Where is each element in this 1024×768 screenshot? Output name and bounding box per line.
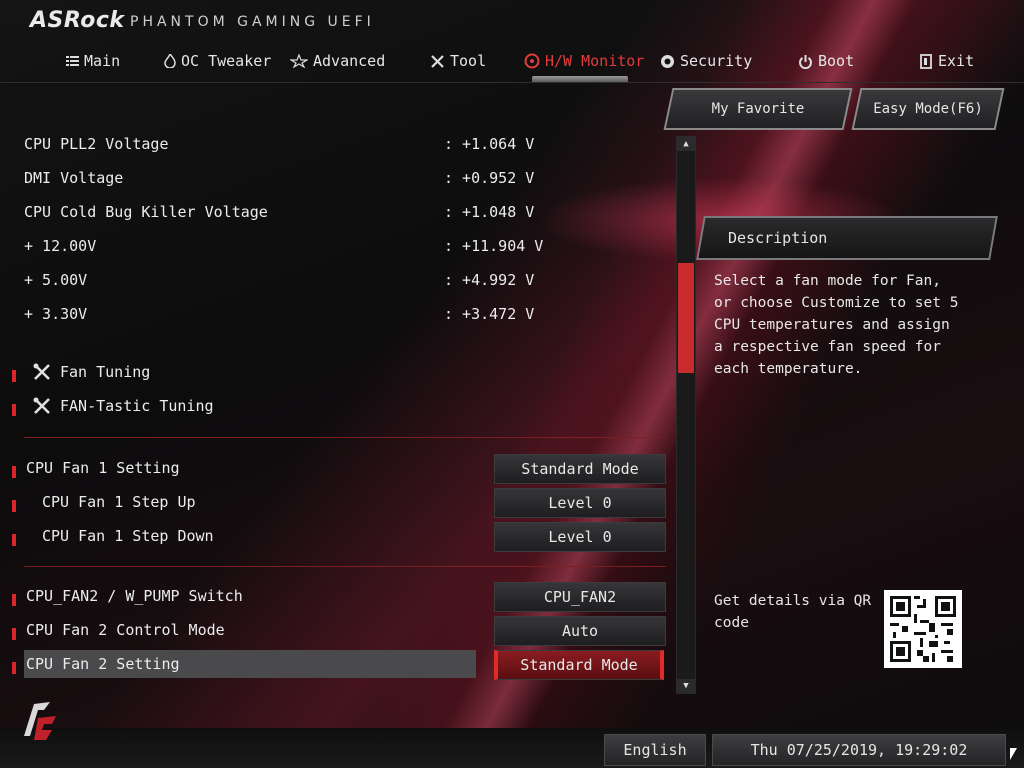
tab-main[interactable]: Main xyxy=(66,52,120,70)
reading-value: : +1.064 V xyxy=(444,135,535,153)
cpu-fan1-step-up-select[interactable]: Level 0 xyxy=(494,488,666,518)
datetime-display: Thu 07/25/2019, 19:29:02 xyxy=(712,734,1006,766)
reading-value: : +0.952 V xyxy=(444,169,535,187)
cpu-fan2-control-mode-select[interactable]: Auto xyxy=(494,616,666,646)
language-button[interactable]: English xyxy=(604,734,706,766)
setting-label: CPU Fan 1 Setting xyxy=(26,459,180,477)
mouse-cursor-icon xyxy=(1010,748,1017,760)
tools-icon xyxy=(431,54,444,68)
tab-security-label: Security xyxy=(680,52,753,70)
reading-label: + 12.00V xyxy=(24,237,97,255)
tab-exit-label: Exit xyxy=(938,52,975,70)
cpu-fan1-setting-select[interactable]: Standard Mode xyxy=(494,454,666,484)
list-icon xyxy=(66,56,79,66)
setting-label: CPU Fan 1 Step Up xyxy=(42,493,196,511)
flame-icon xyxy=(164,54,176,68)
nav-divider xyxy=(0,82,1024,83)
fan-tastic-tuning-item[interactable]: FAN-Tastic Tuning xyxy=(32,396,214,416)
tools-icon xyxy=(33,363,50,380)
reading-value: : +1.048 V xyxy=(444,203,535,221)
tab-advanced-label: Advanced xyxy=(313,52,386,70)
shield-icon xyxy=(661,54,674,68)
row-marker xyxy=(12,662,16,674)
exit-icon xyxy=(920,53,932,69)
brand-logo: ASRock xyxy=(30,8,125,33)
setting-label: CPU Fan 1 Step Down xyxy=(42,527,214,545)
reading-value: : +11.904 V xyxy=(444,237,544,255)
setting-label: CPU_FAN2 / W_PUMP Switch xyxy=(26,587,243,605)
row-marker xyxy=(12,466,16,478)
tab-tool[interactable]: Tool xyxy=(430,52,486,70)
easy-mode-label: Easy Mode(F6) xyxy=(873,101,983,117)
description-text: Select a fan mode for Fan, or choose Cus… xyxy=(714,273,959,377)
setting-label: CPU Fan 2 Control Mode xyxy=(26,621,225,639)
row-marker xyxy=(12,500,16,512)
row-marker xyxy=(12,404,16,416)
tab-security[interactable]: Security xyxy=(660,52,752,70)
cpu-fan2-setting-select[interactable]: Standard Mode xyxy=(494,650,664,680)
tab-main-label: Main xyxy=(84,52,121,70)
star-icon xyxy=(290,54,308,68)
row-marker xyxy=(12,594,16,606)
tab-oc-tweaker[interactable]: OC Tweaker xyxy=(164,52,271,70)
qr-code xyxy=(884,590,962,668)
scrollbar-thumb[interactable] xyxy=(678,263,694,373)
fan-tuning-item[interactable]: Fan Tuning xyxy=(32,362,150,382)
reading-label: CPU PLL2 Voltage xyxy=(24,135,169,153)
logo-icon xyxy=(24,702,56,740)
brand-subtitle: PHANTOM GAMING UEFI xyxy=(130,14,375,30)
setting-label[interactable]: CPU Fan 2 Setting xyxy=(26,655,180,673)
my-favorite-button[interactable]: My Favorite xyxy=(663,88,853,130)
cpu-fan1-step-down-select[interactable]: Level 0 xyxy=(494,522,666,552)
scroll-up-icon[interactable]: ▲ xyxy=(677,137,695,151)
qr-caption: Get details via QR code xyxy=(714,593,872,631)
easy-mode-button[interactable]: Easy Mode(F6) xyxy=(851,88,1005,130)
reading-label: + 3.30V xyxy=(24,305,88,323)
phantom-gaming-logo xyxy=(16,696,64,744)
scrollbar[interactable]: ▲ ▼ xyxy=(676,136,696,694)
tab-advanced[interactable]: Advanced xyxy=(290,52,385,70)
tab-boot-label: Boot xyxy=(818,52,855,70)
monitor-icon xyxy=(524,53,540,69)
section-divider xyxy=(24,566,666,567)
tab-boot[interactable]: Boot xyxy=(798,52,854,70)
reading-label: DMI Voltage xyxy=(24,169,124,187)
reading-label: CPU Cold Bug Killer Voltage xyxy=(24,203,268,221)
row-marker xyxy=(12,628,16,640)
description-header: Description xyxy=(696,216,998,260)
fan-tuning-label: Fan Tuning xyxy=(60,363,151,381)
fan-tastic-tuning-label: FAN-Tastic Tuning xyxy=(60,397,214,415)
reading-label: + 5.00V xyxy=(24,271,88,289)
section-divider xyxy=(24,437,666,438)
my-favorite-label: My Favorite xyxy=(711,101,805,117)
tab-oc-tweaker-label: OC Tweaker xyxy=(181,52,272,70)
top-nav: Main OC Tweaker Advanced Tool H/W Monito… xyxy=(0,44,1024,80)
row-marker xyxy=(12,534,16,546)
tab-tool-label: Tool xyxy=(450,52,487,70)
qr-code-icon xyxy=(884,590,962,668)
row-marker xyxy=(12,370,16,382)
tab-exit[interactable]: Exit xyxy=(920,52,974,70)
tab-hw-monitor[interactable]: H/W Monitor xyxy=(524,52,644,70)
tools-icon xyxy=(33,397,50,414)
description-title: Description xyxy=(728,229,828,247)
tab-hw-monitor-label: H/W Monitor xyxy=(545,52,645,70)
cpu-fan2-pump-switch-select[interactable]: CPU_FAN2 xyxy=(494,582,666,612)
scroll-down-icon[interactable]: ▼ xyxy=(677,679,695,693)
reading-value: : +3.472 V xyxy=(444,305,535,323)
power-icon xyxy=(799,54,812,69)
reading-value: : +4.992 V xyxy=(444,271,535,289)
